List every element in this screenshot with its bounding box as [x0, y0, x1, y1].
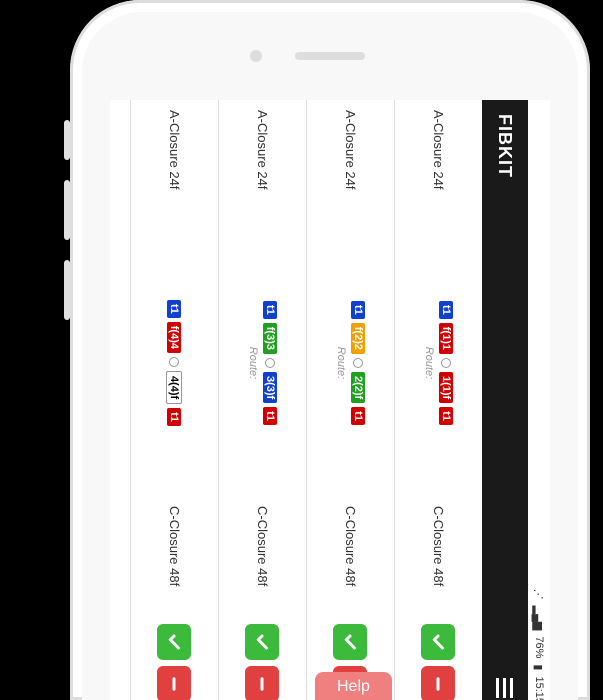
row-actions	[158, 624, 192, 700]
right-tube-tag: t1	[352, 407, 366, 425]
screen: ⋰ ▂▄▆ 76% ▮ 15:15 FIBKIT A-Closure 24f t1…	[110, 100, 550, 700]
left-closure-label: A-Closure 24f	[431, 110, 446, 220]
content-list: A-Closure 24f t1 f(1)1 1(1)f t1 Route: C-Closu…	[110, 100, 482, 700]
right-closure-label: C-Closure 48f	[255, 506, 270, 616]
status-bar: ⋰ ▂▄▆ 76% ▮ 15:15	[528, 100, 550, 700]
left-closure-label: A-Closure 24f	[255, 110, 270, 220]
connection-row: A-Closure 24f t1 f(4)4 4(4)f t1 C-Closure 48f	[130, 100, 218, 700]
battery-percent: 76%	[533, 636, 545, 658]
right-closure-label: C-Closure 48f	[167, 506, 182, 616]
delete-button[interactable]	[158, 666, 192, 700]
right-tube-tag: t1	[440, 407, 454, 425]
row-actions	[422, 624, 456, 700]
fiber-connection: t1 f(4)4 4(4)f t1	[167, 228, 183, 498]
wifi-icon: ⋰	[533, 589, 546, 600]
connection-row: A-Closure 24f t1 f(2)2 2(2)f t1 Route: C-Closu…	[306, 100, 394, 700]
confirm-button[interactable]	[422, 624, 456, 660]
right-fiber-tag: 2(2)f	[352, 372, 366, 403]
help-button[interactable]: Help	[315, 672, 392, 700]
connection-row: A-Closure 24f t1 f(1)1 1(1)f t1 Route: C-Closu…	[394, 100, 482, 700]
splice-icon	[266, 358, 276, 368]
fiber-connection: t1 f(1)1 1(1)f t1 Route:	[424, 228, 454, 498]
splice-icon	[442, 358, 452, 368]
left-closure-label: A-Closure 24f	[343, 110, 358, 220]
menu-icon[interactable]	[497, 678, 514, 698]
splice-icon	[170, 357, 180, 367]
right-fiber-tag: 1(1)f	[440, 372, 454, 403]
app-header: FIBKIT	[482, 100, 528, 700]
phone-frame: ⋰ ▂▄▆ 76% ▮ 15:15 FIBKIT A-Closure 24f t1…	[70, 0, 590, 700]
right-tube-tag: t1	[168, 408, 182, 426]
clock: 15:15	[533, 676, 545, 700]
left-fiber-tag: f(2)2	[352, 323, 366, 354]
route-label: Route:	[424, 347, 436, 379]
confirm-button[interactable]	[334, 624, 368, 660]
row-actions	[246, 624, 280, 700]
confirm-button[interactable]	[246, 624, 280, 660]
delete-button[interactable]	[422, 666, 456, 700]
right-closure-label: C-Closure 48f	[343, 506, 358, 616]
left-tube-tag: t1	[352, 301, 366, 319]
left-fiber-tag: f(3)3	[264, 323, 278, 354]
connection-row: A-Closure 24f t1 f(3)3 3(3)f t1 Route: C-Closu…	[218, 100, 306, 700]
left-tube-tag: t1	[264, 301, 278, 319]
battery-icon: ▮	[533, 664, 546, 670]
right-fiber-tag: 4(4)f	[167, 371, 183, 404]
fiber-connection: t1 f(3)3 3(3)f t1 Route:	[248, 228, 278, 498]
right-tube-tag: t1	[264, 407, 278, 425]
left-fiber-tag: f(1)1	[440, 323, 454, 354]
confirm-button[interactable]	[158, 624, 192, 660]
fiber-connection: t1 f(2)2 2(2)f t1 Route:	[336, 228, 366, 498]
right-fiber-tag: 3(3)f	[264, 372, 278, 403]
left-tube-tag: t1	[168, 300, 182, 318]
splice-icon	[354, 358, 364, 368]
signal-icon: ▂▄▆	[533, 606, 546, 631]
app-title: FIBKIT	[495, 114, 516, 178]
route-label: Route:	[336, 347, 348, 379]
route-label: Route:	[248, 347, 260, 379]
left-fiber-tag: f(4)4	[168, 322, 182, 353]
left-closure-label: A-Closure 24f	[167, 110, 182, 220]
right-closure-label: C-Closure 48f	[431, 506, 446, 616]
left-tube-tag: t1	[440, 301, 454, 319]
delete-button[interactable]	[246, 666, 280, 700]
